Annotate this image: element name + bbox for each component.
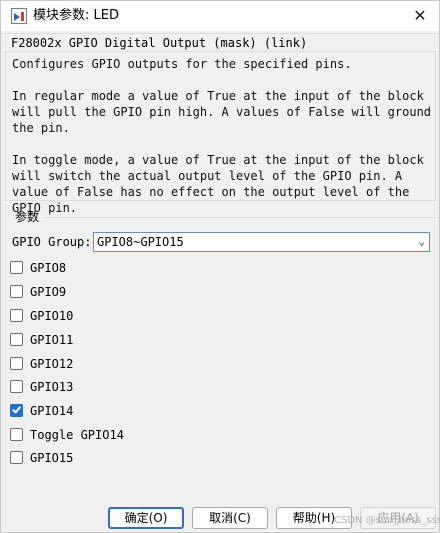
checkbox-box[interactable] — [10, 285, 23, 298]
chevron-down-icon: ⌄ — [418, 235, 425, 248]
checkbox-box[interactable] — [10, 309, 23, 322]
checkbox-label: GPIO12 — [30, 357, 74, 371]
title-bar: 模块参数: LED ✕ — [1, 1, 439, 31]
checkbox-label: GPIO14 — [30, 404, 74, 418]
ok-button[interactable]: 确定(O) — [108, 507, 184, 529]
checkbox-box[interactable] — [10, 333, 23, 346]
checkbox-label: GPIO10 — [30, 309, 74, 323]
checkbox-label: Toggle GPIO14 — [30, 428, 124, 442]
simulink-block-icon — [11, 8, 27, 24]
checkbox-label: GPIO9 — [30, 285, 67, 299]
checkbox-box[interactable] — [10, 380, 23, 393]
checkbox-label: GPIO15 — [30, 451, 74, 465]
gpio-group-value: GPIO8~GPIO15 — [97, 235, 184, 249]
checkbox-box[interactable] — [10, 404, 23, 417]
watermark: CSDN @sun_boss_sss — [334, 515, 440, 526]
checkbox-box[interactable] — [10, 357, 23, 370]
block-description: Configures GPIO outputs for the specifie… — [5, 51, 439, 215]
cancel-button[interactable]: 取消(C) — [192, 507, 268, 529]
block-type-title: F28002x GPIO Digital Output (mask) (link… — [5, 33, 436, 51]
checkbox-box[interactable] — [10, 451, 23, 464]
description-line-2: In regular mode a value of True at the i… — [12, 89, 439, 135]
parameters-section-label: 参数 — [15, 210, 40, 224]
checkbox-label: GPIO8 — [30, 261, 67, 275]
window-title: 模块参数: LED — [33, 8, 119, 23]
gpio-group-select[interactable]: GPIO8~GPIO15 ⌄ — [93, 232, 430, 252]
checkbox-label: GPIO13 — [30, 380, 74, 394]
description-line-1: Configures GPIO outputs for the specifie… — [12, 57, 352, 71]
checkbox-box[interactable] — [10, 261, 23, 274]
checkbox-box[interactable] — [10, 428, 23, 441]
gpio-group-label: GPIO Group: — [12, 235, 92, 249]
section-divider — [45, 217, 435, 218]
description-line-3: In toggle mode, a value of True at the i… — [12, 153, 432, 215]
checkbox-label: GPIO11 — [30, 333, 74, 347]
block-parameters-dialog: 模块参数: LED ✕ F28002x GPIO Digital Output … — [0, 0, 440, 533]
close-icon[interactable]: ✕ — [409, 5, 431, 27]
